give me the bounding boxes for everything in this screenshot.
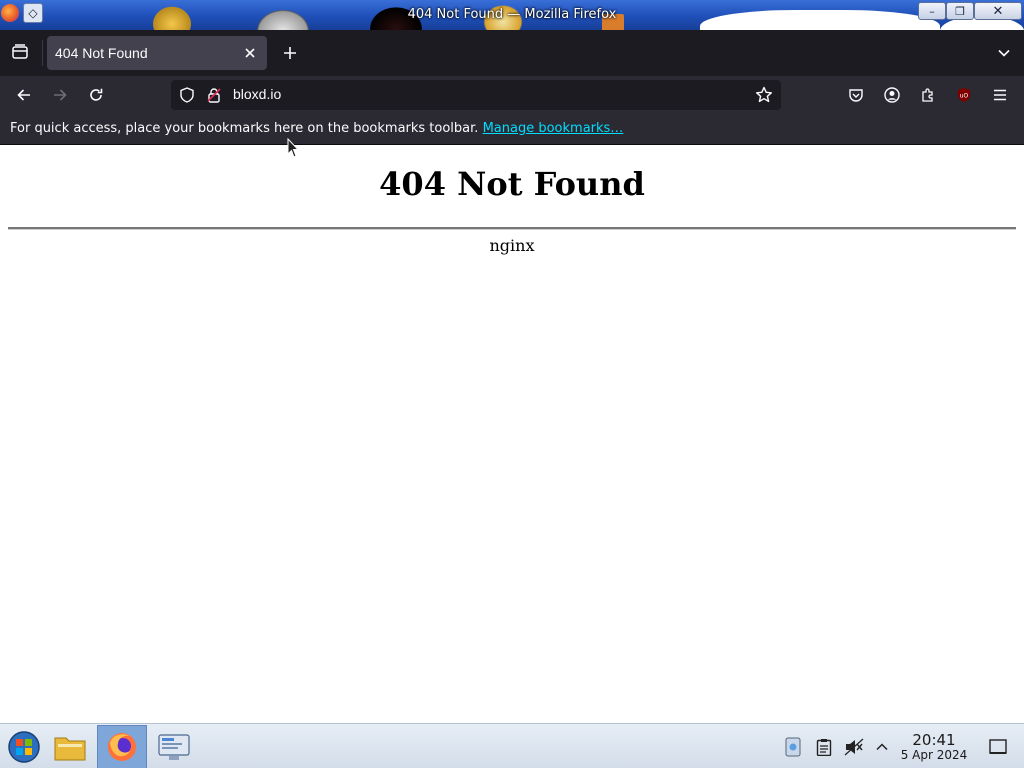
account-button[interactable] [877,80,907,110]
extensions-icon [922,88,933,102]
shield-icon[interactable] [179,87,195,103]
ublock-icon: uO [958,88,970,102]
remote-desktop-icon [158,734,190,760]
taskbar-file-manager[interactable] [46,725,94,768]
chevron-down-icon [998,49,1010,57]
minimize-button[interactable]: – [918,2,946,20]
ublock-origin-button[interactable]: uO [949,80,979,110]
plus-icon [284,47,296,59]
url-text[interactable]: bloxd.io [233,86,281,102]
start-orb-icon [8,731,40,763]
tray-network-icon[interactable] [782,736,804,758]
arrow-right-icon [54,89,67,101]
svg-text:uO: uO [960,93,969,100]
url-bar[interactable]: bloxd.io [171,80,781,110]
pocket-icon [849,89,863,102]
arrow-left-icon [17,89,30,101]
taskbar-firefox[interactable] [97,725,147,768]
hamburger-menu-icon [994,89,1006,101]
tray-expand-button[interactable] [871,736,893,758]
manage-bookmarks-link[interactable]: Manage bookmarks… [483,121,624,136]
server-signature: nginx [489,236,535,255]
star-icon[interactable] [755,86,773,104]
bookmarks-message-text: For quick access, place your bookmarks h… [10,121,479,136]
reload-button[interactable] [81,80,111,110]
extensions-button[interactable] [913,80,943,110]
show-desktop-button[interactable] [985,736,1011,758]
reload-icon [90,88,103,101]
clock-time[interactable]: 20:41 [900,731,968,749]
tab-separator [42,40,43,66]
clock-date[interactable]: 5 Apr 2024 [897,748,971,762]
application-menu-button[interactable] [985,80,1015,110]
page-title: 404 Not Found [379,165,645,203]
clipboard-icon [816,739,832,756]
new-tab-button[interactable] [278,39,302,67]
close-window-button[interactable]: ✕ [974,2,1022,20]
chevron-up-icon [876,743,888,751]
network-icon [785,737,801,757]
tab-close-button[interactable] [241,44,259,62]
firefox-view-icon [12,44,28,59]
tab-title: 404 Not Found [55,45,148,61]
firefox-icon [108,733,136,761]
tray-clipboard-icon[interactable] [813,736,835,758]
firefox-view-button[interactable] [6,38,34,66]
mouse-cursor-icon [287,138,300,158]
taskbar: 20:41 5 Apr 2024 [0,723,1024,768]
list-all-tabs-button[interactable] [990,39,1018,67]
window-title: 404 Not Found — Mozilla Firefox [407,7,617,22]
forward-button[interactable] [45,80,75,110]
navigation-toolbar: bloxd.io uO [0,76,1024,114]
tray-volume-muted-icon[interactable] [843,736,865,758]
tab-404-not-found[interactable]: 404 Not Found [47,36,267,70]
account-icon [884,87,900,103]
close-icon [245,48,255,58]
show-desktop-icon [989,739,1007,754]
tab-strip: 404 Not Found [0,30,1024,76]
back-button[interactable] [9,80,39,110]
taskbar-remote-desktop[interactable] [150,725,198,768]
start-menu-button[interactable] [0,725,48,768]
horizontal-rule [8,227,1016,230]
bookmarks-toolbar-message: For quick access, place your bookmarks h… [10,121,623,136]
pocket-button[interactable] [841,80,871,110]
window-title-bar[interactable]: ◇ 404 Not Found — Mozilla Firefox – ❐ ✕ [0,0,1024,30]
volume-muted-icon [844,738,864,756]
maximize-button[interactable]: ❐ [946,2,974,20]
bookmarks-toolbar: For quick access, place your bookmarks h… [0,114,1024,145]
lock-icon[interactable] [206,87,222,103]
folder-icon [54,737,86,761]
page-content: 404 Not Found nginx [0,145,1024,723]
